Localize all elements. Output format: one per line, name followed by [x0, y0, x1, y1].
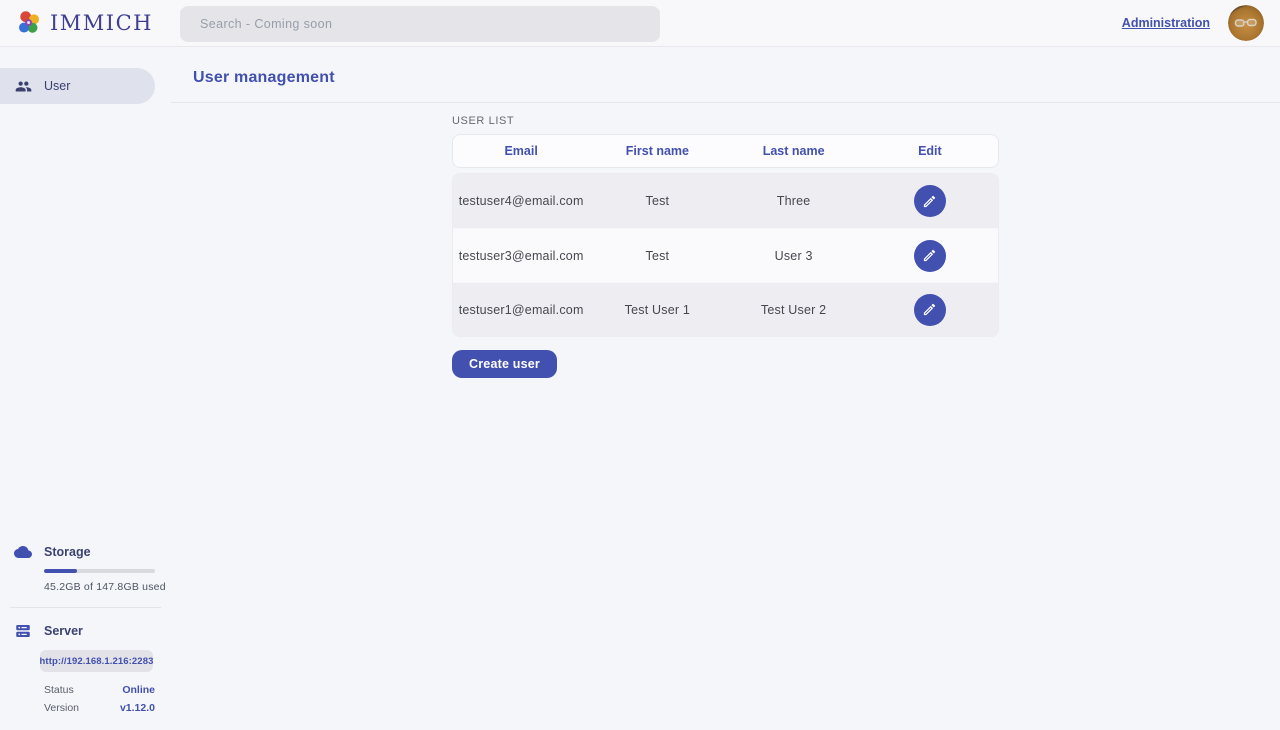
sidebar-divider [10, 607, 161, 608]
cell-first-name: Test [589, 249, 725, 263]
user-list-label: USER LIST [452, 115, 1280, 127]
edit-user-button[interactable] [914, 240, 946, 272]
server-status-row: Status Online [44, 682, 155, 698]
storage-title: Storage [44, 545, 91, 559]
server-icon [14, 622, 32, 640]
table-row: testuser1@email.com Test User 1 Test Use… [453, 282, 998, 336]
server-section-header: Server [0, 622, 171, 640]
storage-section-header: Storage [0, 543, 171, 561]
storage-usage-text: 45.2GB of 147.8GB used [44, 581, 171, 593]
user-avatar[interactable] [1228, 5, 1264, 41]
column-header-edit: Edit [862, 144, 998, 158]
cloud-icon [14, 543, 32, 561]
sidebar: User Storage 45.2GB of 147.8GB used [0, 47, 171, 730]
edit-user-button[interactable] [914, 294, 946, 326]
title-divider [171, 102, 1280, 103]
create-user-button[interactable]: Create user [452, 350, 557, 378]
page-title: User management [171, 47, 1280, 87]
table-row: testuser3@email.com Test User 3 [453, 228, 998, 282]
cell-email: testuser4@email.com [453, 194, 589, 208]
app-logo: IMMICH [0, 10, 180, 36]
table-row: testuser4@email.com Test Three [453, 174, 998, 228]
cell-last-name: Three [726, 194, 862, 208]
column-header-last-name: Last name [726, 144, 862, 158]
version-label: Version [44, 702, 79, 714]
search-input[interactable] [180, 6, 660, 42]
app-title: IMMICH [50, 11, 153, 35]
status-label: Status [44, 684, 74, 696]
table-header-row: Email First name Last name Edit [452, 134, 999, 168]
status-value: Online [122, 684, 155, 696]
storage-progress-bar [44, 569, 155, 573]
pencil-icon [922, 248, 937, 263]
server-title: Server [44, 624, 83, 638]
column-header-email: Email [453, 144, 589, 158]
storage-progress-fill [44, 569, 77, 573]
edit-user-button[interactable] [914, 185, 946, 217]
administration-link[interactable]: Administration [1122, 16, 1210, 30]
top-bar: IMMICH Administration [0, 0, 1280, 47]
cell-last-name: User 3 [726, 249, 862, 263]
version-value: v1.12.0 [120, 702, 155, 714]
server-info: Status Online Version v1.12.0 [0, 682, 171, 716]
main-content: User management USER LIST Email First na… [171, 47, 1280, 730]
immich-flower-icon [16, 10, 42, 36]
cell-last-name: Test User 2 [726, 303, 862, 317]
sidebar-item-user[interactable]: User [0, 68, 155, 104]
cell-email: testuser3@email.com [453, 249, 589, 263]
server-version-row: Version v1.12.0 [44, 700, 155, 716]
cell-email: testuser1@email.com [453, 303, 589, 317]
pencil-icon [922, 302, 937, 317]
sidebar-footer: Storage 45.2GB of 147.8GB used Server ht… [0, 543, 171, 730]
server-url-chip[interactable]: http://192.168.1.216:2283 [40, 650, 153, 672]
sidebar-item-user-label: User [44, 79, 70, 93]
user-table: Email First name Last name Edit testuser… [452, 134, 999, 337]
column-header-first-name: First name [589, 144, 725, 158]
cell-first-name: Test [589, 194, 725, 208]
pencil-icon [922, 194, 937, 209]
cell-first-name: Test User 1 [589, 303, 725, 317]
users-icon [15, 78, 32, 95]
table-body: testuser4@email.com Test Three [452, 173, 999, 337]
